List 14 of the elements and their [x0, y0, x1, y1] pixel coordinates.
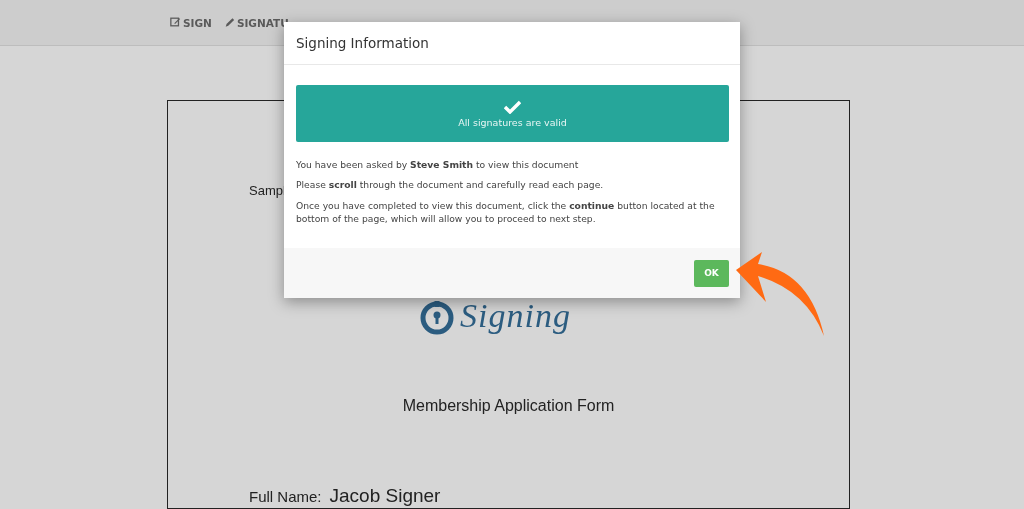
field-value: Jacob Signer: [329, 485, 441, 507]
info-text: Please scroll through the document and carefully read each page.: [296, 178, 605, 192]
ok-button[interactable]: OK: [694, 259, 729, 287]
info-text: Once you have completed to view this document, click the continue button located at the bottom of the page, which will allow you to proceed to next step.: [296, 198, 716, 226]
nav-icon: [170, 16, 181, 28]
document-title: Membership Application Form: [401, 397, 616, 415]
nav-link[interactable]: SIGN: [170, 16, 212, 30]
checkmark-icon: [504, 99, 521, 114]
field-label: Full Name:: [249, 488, 322, 505]
logo-text: Signing: [460, 297, 571, 335]
nav-icon: [223, 16, 235, 28]
modal-title: Signing Information: [296, 35, 429, 51]
success-alert: All signatures are valid: [296, 85, 729, 142]
info-text: You have been asked by Steve Smith to view this document: [296, 158, 580, 172]
